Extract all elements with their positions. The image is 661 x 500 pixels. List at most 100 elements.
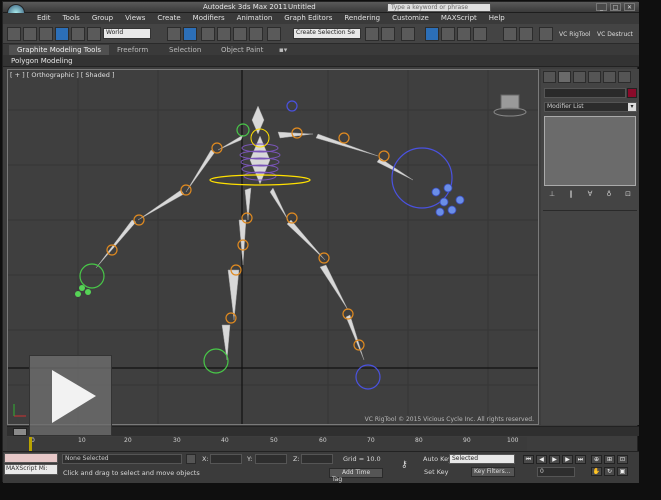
snaps-icon[interactable]	[201, 27, 215, 41]
redo-icon[interactable]	[23, 27, 37, 41]
pin-stack-icon[interactable]: ⊥	[547, 190, 557, 200]
key-icon[interactable]: ⚷	[401, 460, 408, 470]
align-icon[interactable]	[381, 27, 395, 41]
named-selection-set[interactable]: Create Selection Se	[293, 28, 361, 39]
configure-sets-icon[interactable]: ⊡	[623, 190, 633, 200]
motion-tab-icon[interactable]	[588, 71, 601, 83]
x-coordinate-field[interactable]	[210, 454, 242, 464]
graphite-toggle-icon[interactable]	[425, 27, 439, 41]
key-mode-select[interactable]: Selected	[449, 454, 515, 464]
select-object-icon[interactable]	[39, 27, 53, 41]
close-icon[interactable]: ✕	[624, 3, 635, 11]
orbit-icon[interactable]: ↻	[604, 467, 615, 476]
z-coordinate-field[interactable]	[301, 454, 333, 464]
tab-graphite-modeling-tools[interactable]: Graphite Modeling Tools	[9, 45, 110, 55]
window-title: Autodesk 3ds Max 2011	[203, 3, 288, 11]
next-frame-icon[interactable]: ▶	[562, 455, 573, 464]
menu-help[interactable]: Help	[483, 13, 511, 24]
object-name-field[interactable]	[544, 88, 626, 98]
layer-manager-icon[interactable]	[401, 27, 415, 41]
menu-maxscript[interactable]: MAXScript	[435, 13, 483, 24]
menu-customize[interactable]: Customize	[386, 13, 435, 24]
maximize-icon[interactable]: □	[610, 3, 621, 11]
go-to-end-icon[interactable]: ⏭	[575, 455, 586, 464]
search-input[interactable]: Type a keyword or phrase	[387, 3, 491, 12]
menu-group[interactable]: Group	[86, 13, 119, 24]
make-unique-icon[interactable]: ∀	[585, 190, 595, 200]
key-filters-button[interactable]: Key Filters...	[471, 467, 515, 477]
pan-view-icon[interactable]: ✋	[591, 467, 602, 476]
menu-animation[interactable]: Animation	[231, 13, 279, 24]
video-play-overlay[interactable]	[29, 355, 112, 436]
panel-divider	[543, 210, 637, 211]
create-tab-icon[interactable]	[543, 71, 556, 83]
listener-mini-output[interactable]	[4, 453, 58, 463]
vc-rigtool-button[interactable]: VC RigTool	[559, 31, 591, 38]
percent-snap-icon[interactable]	[233, 27, 247, 41]
utilities-tab-icon[interactable]	[618, 71, 631, 83]
angle-snap-icon[interactable]	[217, 27, 231, 41]
panel-polygon-modeling[interactable]: Polygon Modeling	[11, 57, 73, 65]
minimize-icon[interactable]: _	[596, 3, 607, 11]
set-key-button[interactable]: Set Key	[424, 468, 449, 476]
y-coordinate-field[interactable]	[255, 454, 287, 464]
display-tab-icon[interactable]	[603, 71, 616, 83]
menu-graph-editors[interactable]: Graph Editors	[278, 13, 338, 24]
ribbon-tabs: Graphite Modeling Tools Freeform Selecti…	[3, 44, 639, 55]
menu-edit[interactable]: Edit	[31, 13, 57, 24]
schematic-view-icon[interactable]	[457, 27, 471, 41]
menu-rendering[interactable]: Rendering	[338, 13, 386, 24]
go-to-start-icon[interactable]: ⏮	[523, 455, 534, 464]
select-rotate-icon[interactable]	[71, 27, 85, 41]
playhead[interactable]	[29, 437, 32, 451]
spinner-snap-icon[interactable]	[249, 27, 263, 41]
mirror-icon[interactable]	[365, 27, 379, 41]
tab-selection[interactable]: Selection	[161, 45, 209, 55]
tab-freeform[interactable]: Freeform	[109, 45, 156, 55]
modifier-stack[interactable]	[544, 116, 636, 186]
material-editor-icon[interactable]	[473, 27, 487, 41]
modify-tab-icon[interactable]	[558, 71, 571, 83]
show-end-result-icon[interactable]: ‖	[566, 190, 576, 200]
maxscript-mini-listener[interactable]: MAXScript Mi:	[4, 464, 58, 475]
pivot-icon[interactable]	[167, 27, 181, 41]
menu-modifiers[interactable]: Modifiers	[187, 13, 231, 24]
select-manipulate-icon[interactable]	[183, 27, 197, 41]
rendered-frame-icon[interactable]	[519, 27, 533, 41]
maximize-viewport-icon[interactable]: ▣	[617, 467, 628, 476]
select-move-icon[interactable]	[55, 27, 69, 41]
time-slider-handle[interactable]	[13, 428, 27, 436]
auto-key-button[interactable]: Auto Key	[423, 455, 452, 463]
tab-object-paint[interactable]: Object Paint	[213, 45, 271, 55]
hierarchy-tab-icon[interactable]	[573, 71, 586, 83]
zoom-all-icon[interactable]: ⊞	[604, 455, 615, 464]
add-time-tag-button[interactable]: Add Time Tag	[329, 468, 383, 483]
window-controls: _ □ ✕	[596, 3, 635, 11]
viewport-label[interactable]: [ + ] [ Orthographic ] [ Shaded ]	[10, 71, 115, 79]
y-label: Y:	[247, 455, 253, 463]
menu-create[interactable]: Create	[151, 13, 186, 24]
menu-tools[interactable]: Tools	[57, 13, 86, 24]
previous-frame-icon[interactable]: ◀	[536, 455, 547, 464]
zoom-icon[interactable]: ⊕	[591, 455, 602, 464]
current-frame-field[interactable]: 0	[537, 467, 575, 477]
ribbon-options-icon[interactable]: ▪▾	[271, 45, 295, 55]
menu-views[interactable]: Views	[119, 13, 151, 24]
modifier-list-label: Modifier List	[547, 103, 584, 110]
zoom-extents-icon[interactable]: ⊡	[617, 455, 628, 464]
remove-modifier-icon[interactable]: ♁	[604, 190, 614, 200]
track-bar[interactable]: 0 10 20 30 40 50 60 70 80 90 100	[7, 437, 527, 451]
play-icon[interactable]: ▶	[549, 455, 560, 464]
render-icon[interactable]	[539, 27, 553, 41]
object-color-swatch[interactable]	[627, 88, 637, 98]
modifier-list-dropdown[interactable]: Modifier List ▾	[544, 102, 637, 112]
edit-named-selection-icon[interactable]	[267, 27, 281, 41]
select-scale-icon[interactable]	[87, 27, 101, 41]
lock-selection-icon[interactable]	[186, 454, 196, 464]
coord-system-select[interactable]: World	[103, 28, 151, 39]
render-setup-icon[interactable]	[503, 27, 517, 41]
tick-30: 30	[173, 437, 181, 444]
undo-icon[interactable]	[7, 27, 21, 41]
vc-destruct-button[interactable]: VC Destruct	[597, 31, 633, 38]
curve-editor-icon[interactable]	[441, 27, 455, 41]
